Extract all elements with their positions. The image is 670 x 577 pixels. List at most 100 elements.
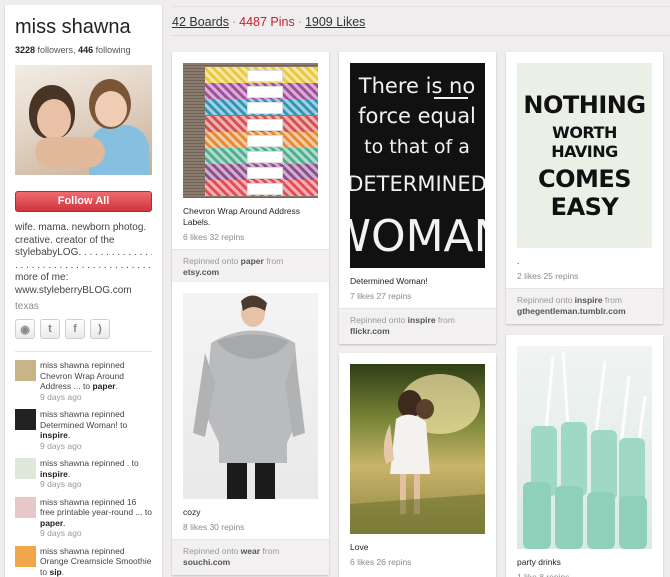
pin-attribution: Repinned onto wear from souchi.com <box>172 539 329 575</box>
activity-thumbnail[interactable] <box>15 458 36 479</box>
pin-attribution: Repinned onto paper from etsy.com <box>172 249 329 285</box>
chalk-line: WOMAN <box>350 211 485 262</box>
activity-time: 9 days ago <box>40 391 82 402</box>
pin-image[interactable] <box>517 346 652 549</box>
activity-thumbnail[interactable] <box>15 360 36 381</box>
following-count[interactable]: 446 <box>78 45 93 55</box>
activity-item[interactable]: miss shawna repinned 16 free printable y… <box>15 496 152 539</box>
pin-attribution: Repinned onto inspire from gthegentleman… <box>506 288 663 324</box>
pin-counts: 2 likes 25 repins <box>517 271 579 281</box>
activity-board-link[interactable]: sip <box>49 567 61 577</box>
activity-board-link[interactable]: inspire <box>40 469 68 479</box>
pin-counts: 8 likes 30 repins <box>183 522 245 532</box>
repinned-label: Repinned onto <box>183 546 239 556</box>
activity-board-link[interactable]: paper <box>92 381 115 391</box>
activity-text: miss shawna repinned . to inspire. 9 days… <box>40 458 152 490</box>
board-link[interactable]: wear <box>241 546 260 556</box>
pin-attribution: Repinned onto inspire from flickr.com <box>339 308 496 344</box>
pin-counts: 6 likes 26 repins <box>350 557 412 567</box>
pin-counts: 7 likes 27 repins <box>350 291 412 301</box>
activity-board-link[interactable]: paper <box>40 518 63 528</box>
following-label[interactable]: following <box>96 45 131 55</box>
activity-description: miss shawna repinned Determined Woman! t… <box>40 409 128 430</box>
activity-time: 9 days ago <box>40 479 82 489</box>
activity-thumbnail[interactable] <box>15 409 36 430</box>
board-link[interactable]: inspire <box>575 295 603 305</box>
profile-sidebar: miss shawna 3228 followers, 446 followin… <box>5 5 162 577</box>
facebook-icon[interactable]: f <box>65 319 85 339</box>
repinned-label: Repinned onto <box>517 295 573 305</box>
activity-description: miss shawna repinned 16 free printable y… <box>40 496 152 518</box>
activity-time: 9 days ago <box>40 528 82 538</box>
pin-image[interactable] <box>183 63 318 198</box>
pin-image[interactable] <box>350 364 485 534</box>
activity-text: miss shawna repinned Orange Creamsicle S… <box>40 545 152 577</box>
profile-bio: wife. mama. newborn photog. creative. cr… <box>15 222 152 297</box>
pin-card[interactable]: party drinks 1 like 8 repins <box>506 335 663 577</box>
header-divider <box>172 35 670 36</box>
followers-label[interactable]: followers, <box>38 45 76 55</box>
pin-image[interactable] <box>183 293 318 499</box>
pin-description[interactable]: Love <box>339 534 496 553</box>
activity-board-link[interactable]: inspire <box>40 430 68 440</box>
pin-description[interactable]: . <box>506 248 663 267</box>
pin-card[interactable]: cozy 8 likes 30 repins Repinned onto wea… <box>172 282 329 575</box>
activity-thumbnail[interactable] <box>15 496 36 518</box>
from-label: from <box>262 546 280 556</box>
pin-card[interactable]: Chevron Wrap Around Address Labels. 6 li… <box>172 52 329 285</box>
board-link[interactable]: paper <box>241 256 264 266</box>
quote-line: NOTHING <box>523 90 646 119</box>
label-swatch <box>205 115 318 132</box>
pin-description[interactable]: party drinks <box>506 549 663 568</box>
quote-line: WORTH HAVING <box>551 122 618 161</box>
rss-icon[interactable]: ) <box>90 319 110 339</box>
activity-item[interactable]: miss shawna repinned Determined Woman! t… <box>15 409 152 451</box>
pin-image[interactable]: There is no force equal to that of a DET… <box>350 63 485 268</box>
profile-name: miss shawna <box>15 16 131 38</box>
bio-line: stylebabyLOG. . . . . . . . . . . . . . … <box>15 247 152 258</box>
pins-link[interactable]: 4487 Pins <box>239 15 295 29</box>
label-swatch <box>205 99 318 116</box>
activity-item[interactable]: miss shawna repinned Orange Creamsicle S… <box>15 545 152 577</box>
pin-card[interactable]: There is no force equal to that of a DET… <box>339 52 496 344</box>
source-link[interactable]: gthegentleman.tumblr.com <box>517 306 652 317</box>
repinned-label: Repinned onto <box>183 256 239 266</box>
source-link[interactable]: flickr.com <box>350 326 485 337</box>
chalk-line: to that of a <box>364 136 470 158</box>
chalk-line: There is no <box>358 74 475 98</box>
label-swatch <box>205 83 318 100</box>
label-swatch <box>205 67 318 83</box>
pin-description[interactable]: Chevron Wrap Around Address Labels. <box>172 198 329 228</box>
pin-card[interactable]: Love 6 likes 26 repins <box>339 353 496 577</box>
follow-all-button[interactable]: Follow All <box>15 191 152 212</box>
pin-card[interactable]: NOTHING WORTH HAVING COMES EASY . 2 like… <box>506 52 663 324</box>
bio-line: more of me: <box>15 272 69 283</box>
twitter-icon[interactable]: t <box>40 319 60 339</box>
activity-item[interactable]: miss shawna repinned . to inspire. 9 days… <box>15 458 152 490</box>
chalk-line: force equal <box>358 104 476 128</box>
boards-link[interactable]: 42 Boards <box>172 15 229 29</box>
from-label: from <box>266 256 284 266</box>
source-link[interactable]: etsy.com <box>183 267 318 278</box>
activity-thumbnail[interactable] <box>15 545 36 567</box>
quote-line: COMES EASY <box>537 164 632 221</box>
pin-image[interactable]: NOTHING WORTH HAVING COMES EASY <box>517 63 652 248</box>
label-swatch <box>205 148 318 164</box>
from-label: from <box>437 315 455 325</box>
website-icon[interactable]: ◉ <box>15 319 35 339</box>
profile-website-link[interactable]: www.styleberryBLOG.com <box>15 285 152 298</box>
label-swatch <box>205 131 318 148</box>
pin-description[interactable]: cozy <box>172 499 329 518</box>
source-link[interactable]: souchi.com <box>183 557 318 568</box>
pin-description[interactable]: Determined Woman! <box>339 268 496 287</box>
bio-line: creative. creator of the <box>15 234 115 246</box>
label-swatch <box>205 180 318 197</box>
activity-item[interactable]: miss shawna repinned Chevron Wrap Around… <box>15 360 152 402</box>
activity-text: miss shawna repinned Determined Woman! t… <box>40 409 152 451</box>
likes-link[interactable]: 1909 Likes <box>305 15 365 29</box>
activity-time: 9 days ago <box>40 440 82 451</box>
separator: · <box>231 15 237 29</box>
followers-count[interactable]: 3228 <box>15 45 35 55</box>
board-link[interactable]: inspire <box>408 315 436 325</box>
separator: · <box>297 15 302 29</box>
